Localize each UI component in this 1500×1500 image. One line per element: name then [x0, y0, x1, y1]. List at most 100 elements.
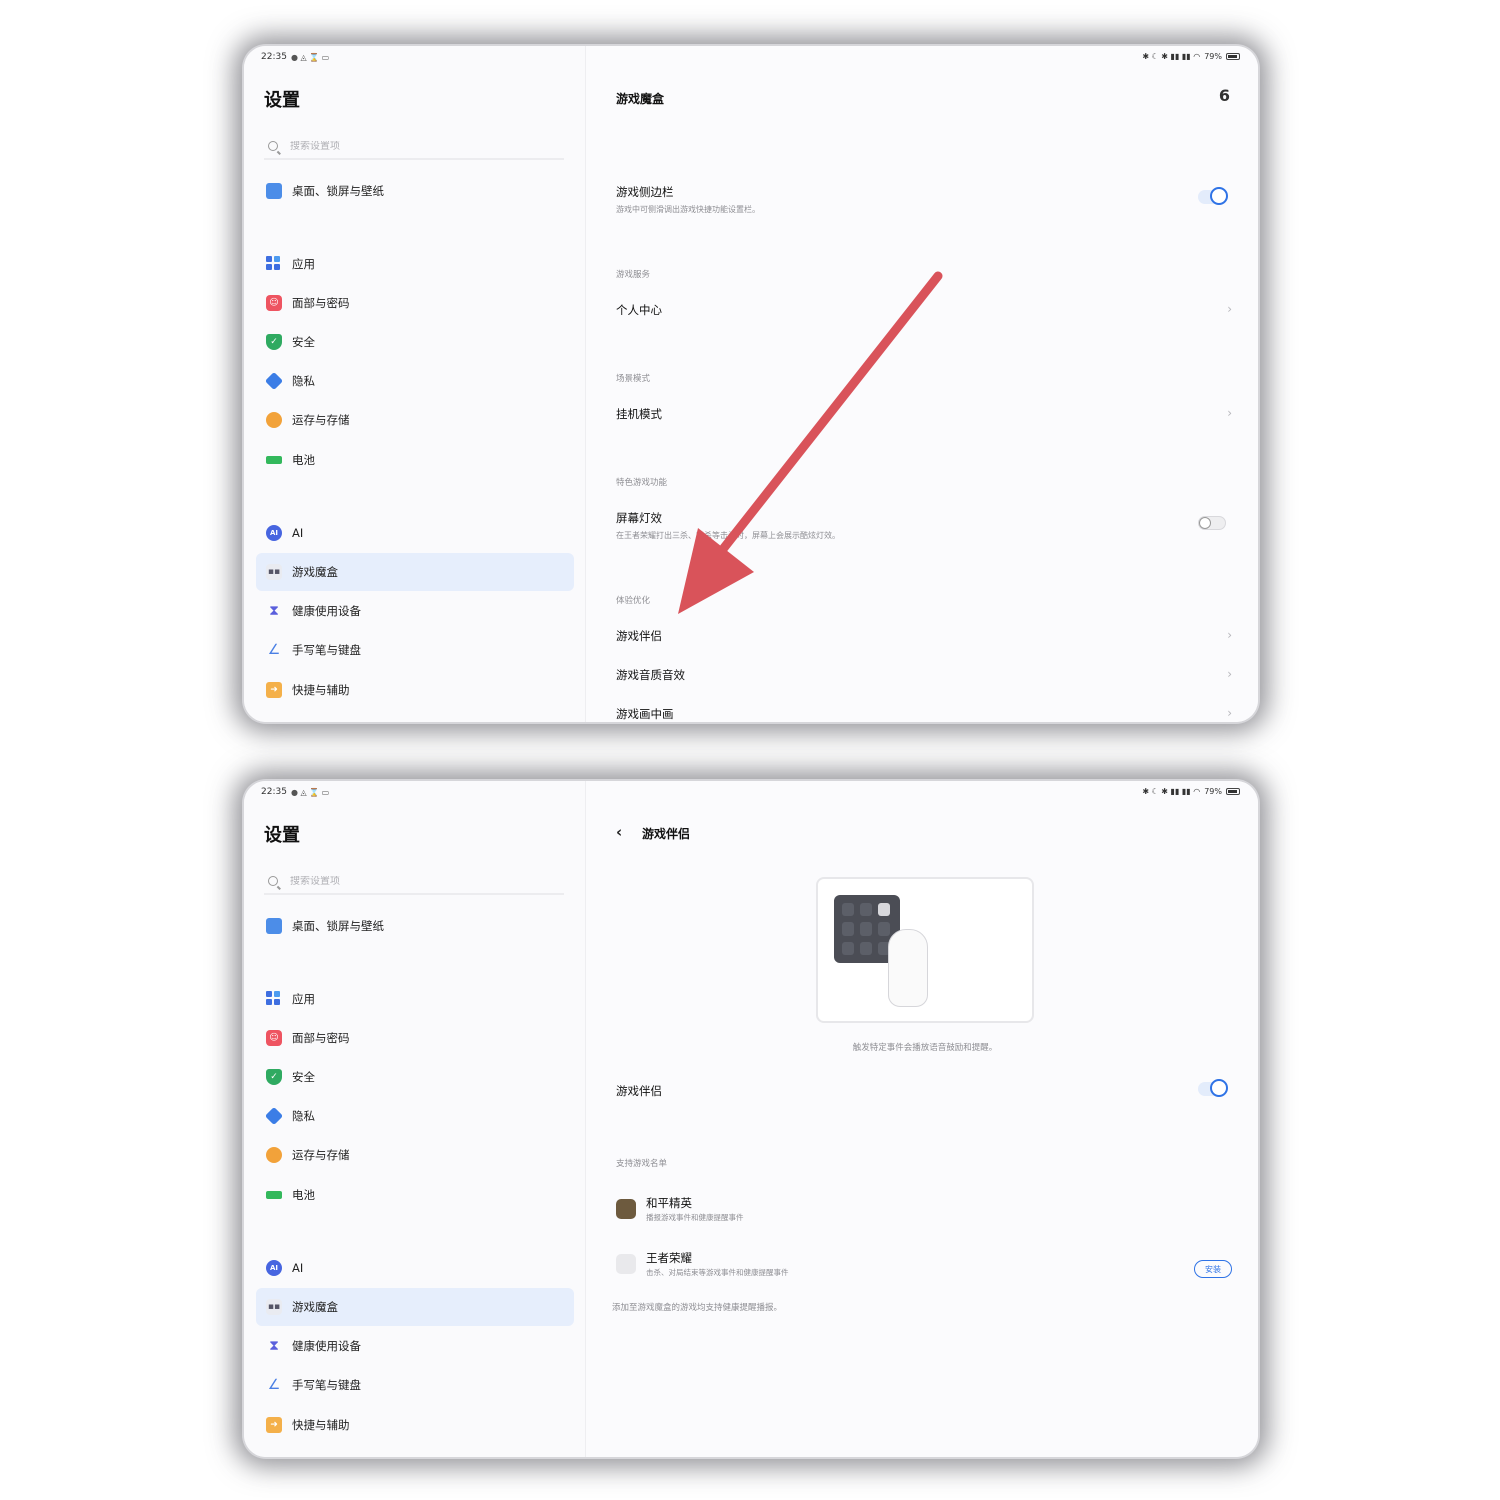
sidebar-item-battery[interactable]: 电池	[256, 441, 574, 479]
sidebar-item-storage[interactable]: 运存与存储	[256, 1136, 574, 1174]
assist-icon: ➜	[266, 682, 282, 698]
sidebar-item-assist[interactable]: ➜ 快捷与辅助	[256, 1406, 574, 1444]
sidebar-item-pen-keyboard[interactable]: ∠ 手写笔与键盘	[256, 1366, 574, 1404]
chevron-right-icon: ›	[1227, 667, 1232, 681]
sidebar-item-security[interactable]: ✓ 安全	[256, 1058, 574, 1096]
sidebar-item-game-box[interactable]: ▪▪ 游戏魔盒	[256, 1288, 574, 1326]
sidebar-item-face[interactable]: ☺ 面部与密码	[256, 284, 574, 322]
status-time: 22:35	[261, 787, 287, 797]
sidebar-item-label: 应用	[292, 992, 315, 1006]
assist-icon: ➜	[266, 1417, 282, 1433]
sidebar-item-ai[interactable]: AI AI	[256, 514, 574, 552]
sidebar-item-game-box[interactable]: ▪▪ 游戏魔盒	[256, 553, 574, 591]
sidebar-item-label: 手写笔与键盘	[292, 643, 361, 657]
back-icon[interactable]: ‹	[616, 823, 622, 841]
sidebar-item-label: 安全	[292, 335, 315, 349]
sidebar-item-ai[interactable]: AI AI	[256, 1249, 574, 1287]
settings-window-game-companion: 22:35 ● ◬ ⌛ ▭ 设置 桌面、锁屏与壁纸 应用 ☺ 面部与密码 ✓ 安…	[244, 781, 1258, 1457]
sidebar-item-privacy[interactable]: 隐私	[256, 362, 574, 400]
face-icon: ☺	[266, 295, 282, 311]
game-companion-row[interactable]: 游戏伴侣 ›	[616, 628, 1232, 644]
storage-icon	[266, 1147, 282, 1163]
personal-center-row[interactable]: 个人中心 ›	[616, 302, 1232, 318]
sidebar-item-wallpaper[interactable]: 桌面、锁屏与壁纸	[256, 907, 574, 945]
game-sidebar-toggle[interactable]	[1198, 187, 1228, 205]
pen-icon: ∠	[267, 642, 281, 658]
status-notification-icons: ● ◬ ⌛ ▭	[290, 52, 330, 62]
section-label-feature: 特色游戏功能	[616, 478, 668, 488]
sidebar-item-label: 隐私	[292, 1109, 315, 1123]
install-button[interactable]: 安装	[1194, 1260, 1232, 1278]
game-pip-row[interactable]: 游戏画中画 ›	[616, 706, 1232, 722]
row-subtitle: 在王者荣耀打出三杀、四杀等击杀时，屏幕上会展示酷炫灯效。	[616, 531, 840, 540]
game-box-logo-icon[interactable]: 6	[1219, 86, 1230, 105]
row-title: 游戏伴侣	[616, 629, 662, 643]
afk-mode-row[interactable]: 挂机模式 ›	[616, 406, 1232, 422]
sidebar-item-label: 游戏魔盒	[292, 1300, 338, 1314]
screen-light-toggle[interactable]	[1198, 516, 1226, 530]
sidebar-item-storage[interactable]: 运存与存储	[256, 401, 574, 439]
status-system-icons: ✱ ☾ ✱ ▮▮ ▮▮ ◠	[1142, 787, 1201, 796]
game-row-peace-elite[interactable]: 和平精英 播报游戏事件和健康提醒事件	[616, 1195, 1232, 1235]
sidebar-item-label: 运存与存储	[292, 413, 350, 427]
game-row-honor-of-kings[interactable]: 王者荣耀 击杀、对局结束等游戏事件和健康提醒事件 安装	[616, 1250, 1232, 1290]
gamepad-icon: ▪▪	[266, 564, 282, 580]
hourglass-icon: ⧗	[269, 603, 279, 619]
annotation-arrow	[678, 271, 943, 614]
sidebar-item-security[interactable]: ✓ 安全	[256, 323, 574, 361]
search-bar[interactable]	[264, 134, 564, 160]
game-sidebar-row[interactable]: 游戏侧边栏 游戏中可侧滑调出游戏快捷功能设置栏。	[616, 184, 1232, 215]
sidebar-item-face[interactable]: ☺ 面部与密码	[256, 1019, 574, 1057]
sidebar-item-health[interactable]: ⧗ 健康使用设备	[256, 1327, 574, 1365]
sidebar-item-assist[interactable]: ➜ 快捷与辅助	[256, 671, 574, 709]
row-title: 游戏画中画	[616, 707, 674, 721]
row-title: 屏幕灯效	[616, 511, 662, 525]
chevron-right-icon: ›	[1227, 706, 1232, 720]
battery-icon	[266, 1191, 282, 1199]
page-title: 游戏伴侣	[642, 827, 691, 841]
game-companion-toggle[interactable]	[1198, 1079, 1228, 1097]
wallpaper-icon	[266, 183, 282, 199]
search-icon	[268, 876, 278, 886]
section-label-service: 游戏服务	[616, 270, 651, 280]
game-audio-row[interactable]: 游戏音质音效 ›	[616, 667, 1232, 683]
status-system-icons: ✱ ☾ ✱ ▮▮ ▮▮ ◠	[1142, 52, 1201, 61]
peace-elite-game-icon	[616, 1199, 636, 1219]
sidebar-item-wallpaper[interactable]: 桌面、锁屏与壁纸	[256, 172, 574, 210]
row-title: 游戏侧边栏	[616, 185, 674, 199]
status-notification-icons: ● ◬ ⌛ ▭	[290, 787, 330, 797]
screen-light-row[interactable]: 屏幕灯效 在王者荣耀打出三杀、四杀等击杀时，屏幕上会展示酷炫灯效。	[616, 510, 1232, 541]
shield-icon: ✓	[266, 1069, 282, 1085]
search-bar[interactable]	[264, 869, 564, 895]
game-companion-panel: ✱ ☾ ✱ ▮▮ ▮▮ ◠ 79% ‹ 游戏伴侣 触发特定事件会播放语音鼓励和提…	[586, 781, 1258, 1457]
chevron-right-icon: ›	[1227, 302, 1232, 316]
sidebar-item-pen-keyboard[interactable]: ∠ 手写笔与键盘	[256, 631, 574, 669]
row-subtitle: 游戏中可侧滑调出游戏快捷功能设置栏。	[616, 205, 760, 214]
search-input[interactable]	[290, 875, 530, 887]
ai-icon: AI	[266, 525, 282, 541]
wallpaper-icon	[266, 918, 282, 934]
gamepad-icon: ▪▪	[266, 1299, 282, 1315]
sidebar-item-apps[interactable]: 应用	[256, 980, 574, 1018]
apps-icon	[266, 256, 282, 272]
sidebar-item-apps[interactable]: 应用	[256, 245, 574, 283]
sidebar-item-label: 电池	[292, 1188, 315, 1202]
shield-icon: ✓	[266, 334, 282, 350]
game-desc: 播报游戏事件和健康提醒事件	[646, 1213, 744, 1222]
game-desc: 击杀、对局结束等游戏事件和健康提醒事件	[646, 1268, 789, 1277]
game-box-panel: ✱ ☾ ✱ ▮▮ ▮▮ ◠ 79% 游戏魔盒 6 游戏侧边栏 游戏中可侧滑调出游…	[586, 46, 1258, 722]
privacy-icon	[264, 1106, 284, 1126]
status-bar-left: 22:35 ● ◬ ⌛ ▭	[261, 52, 329, 62]
sidebar-item-label: 运存与存储	[292, 1148, 350, 1162]
game-name: 王者荣耀	[646, 1251, 692, 1265]
status-bar-right: ✱ ☾ ✱ ▮▮ ▮▮ ◠ 79%	[1142, 52, 1240, 61]
row-title: 游戏伴侣	[616, 1084, 662, 1098]
hand-tap-icon	[888, 929, 928, 1007]
search-input[interactable]	[290, 140, 530, 152]
sidebar-item-health[interactable]: ⧗ 健康使用设备	[256, 592, 574, 630]
game-companion-toggle-row[interactable]: 游戏伴侣	[616, 1079, 1232, 1099]
sidebar-item-privacy[interactable]: 隐私	[256, 1097, 574, 1135]
sidebar-item-label: AI	[292, 1261, 304, 1275]
sidebar-item-label: AI	[292, 526, 304, 540]
sidebar-item-battery[interactable]: 电池	[256, 1176, 574, 1214]
